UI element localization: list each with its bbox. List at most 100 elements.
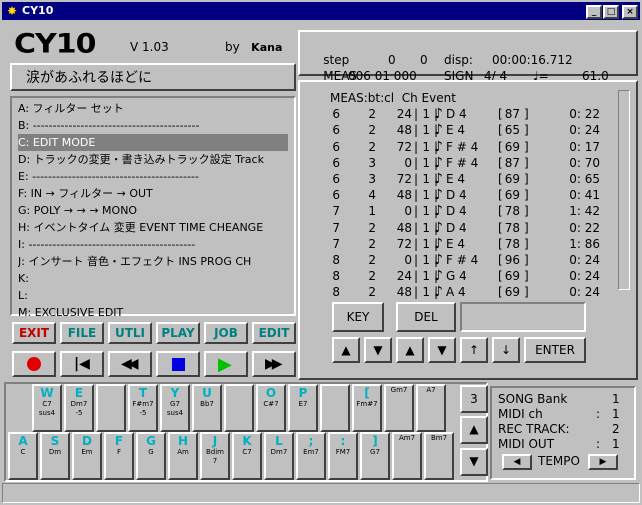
step-b: 0 bbox=[420, 53, 428, 67]
note-icon: ♪ bbox=[434, 251, 443, 268]
key-letter: W bbox=[40, 386, 54, 400]
up-arrow-button-2[interactable]: ▲ bbox=[396, 337, 424, 363]
edit-value-field[interactable] bbox=[460, 302, 586, 332]
mode-button-play[interactable]: PLAY bbox=[156, 322, 200, 344]
event-clock: 72 bbox=[396, 171, 412, 186]
menu-item[interactable]: M: EXCLUSIVE EDIT bbox=[18, 304, 288, 321]
event-row[interactable]: 6 4 48 1 D 4 69 0: 41 | | ♪[] bbox=[310, 187, 610, 203]
chord-name: C7 bbox=[42, 400, 52, 408]
rewind-button[interactable]: ◀◀ bbox=[108, 351, 152, 377]
event-row[interactable]: 6 3 72 1 E 4 69 0: 65 | | ♪[] bbox=[310, 171, 610, 187]
key-letter: : bbox=[340, 434, 346, 448]
black-key[interactable]: Y G7 sus4 bbox=[160, 384, 190, 432]
scroll-up-button[interactable]: ↑ bbox=[460, 337, 488, 363]
octave-down-button[interactable]: ▼ bbox=[460, 448, 488, 476]
key-button[interactable]: KEY bbox=[332, 302, 384, 332]
octave-up-button[interactable]: ▲ bbox=[460, 416, 488, 444]
black-key[interactable]: Gm7 bbox=[384, 384, 414, 432]
event-meas: 6 bbox=[332, 139, 340, 154]
event-row[interactable]: 7 2 48 1 D 4 78 0: 22 | | ♪[] bbox=[310, 220, 610, 236]
black-key[interactable]: P E7 bbox=[288, 384, 318, 432]
event-row[interactable]: 8 2 48 1 A 4 69 0: 24 | | ♪[] bbox=[310, 284, 610, 300]
del-button[interactable]: DEL bbox=[396, 302, 456, 332]
white-key[interactable]: Bm7 bbox=[424, 432, 454, 480]
white-key[interactable]: L Dm7 bbox=[264, 432, 294, 480]
close-button[interactable]: × bbox=[622, 5, 638, 19]
menu-item[interactable]: K: bbox=[18, 270, 288, 287]
goto-start-button[interactable]: |◀ bbox=[60, 351, 104, 377]
up-triangle-icon: ▲ bbox=[469, 422, 479, 436]
event-row[interactable]: 7101D 4 78 1: 42 | | ♪[] bbox=[310, 203, 610, 219]
enter-button[interactable]: ENTER bbox=[524, 337, 586, 363]
menu-item[interactable]: A: フィルター セット bbox=[18, 100, 288, 117]
menu-item[interactable]: J: インサート 音色・エフェクト INS PROG CH bbox=[18, 253, 288, 270]
chord-name: F#m7 bbox=[132, 400, 154, 408]
song-title: 涙があふれるほどに bbox=[10, 63, 296, 91]
menu-item[interactable]: D: トラックの変更・書き込みトラック設定 Track bbox=[18, 151, 288, 168]
blank-key bbox=[320, 384, 350, 432]
event-row[interactable]: 8 2 24 1 G 4 69 0: 24 | | ♪[] bbox=[310, 268, 610, 284]
mode-button-edit[interactable]: EDIT bbox=[252, 322, 296, 344]
black-key[interactable]: A7 bbox=[416, 384, 446, 432]
white-key[interactable]: FF bbox=[104, 432, 134, 480]
event-row[interactable]: 6301F # 4 87 0: 70 | | ♪[] bbox=[310, 155, 610, 171]
event-row[interactable]: 6 2 48 1 E 4 65 0: 24 | | ♪[] bbox=[310, 122, 610, 138]
black-key[interactable]: E Dm7 -5 bbox=[64, 384, 94, 432]
menu-item[interactable]: F: IN → フィルター → OUT bbox=[18, 185, 288, 202]
play-button[interactable]: ▶ bbox=[204, 351, 248, 377]
menu-item[interactable]: C: EDIT MODE bbox=[18, 134, 288, 151]
black-key[interactable]: [Fm#7 bbox=[352, 384, 382, 432]
tempo-up-button[interactable]: ▶ bbox=[588, 454, 618, 470]
white-key[interactable]: AC bbox=[8, 432, 38, 480]
fast-forward-button[interactable]: ▶▶ bbox=[252, 351, 296, 377]
event-row[interactable]: 6 2 72 1 F # 4 69 0: 17 | | ♪[] bbox=[310, 139, 610, 155]
disp-label: disp: bbox=[444, 53, 473, 67]
event-row[interactable]: 6 2 24 1 D 4 87 0: 22 | | ♪[] bbox=[310, 106, 610, 122]
black-key[interactable]: W C7 sus4 bbox=[32, 384, 62, 432]
event-list[interactable]: MEAS:bt:cl Ch Event 6 2 24 1 D 4 87 0: 22 | | ♪[]… bbox=[310, 90, 610, 300]
event-row[interactable]: 8201F # 4 96 0: 24 | | ♪[] bbox=[310, 252, 610, 268]
maximize-button[interactable]: □ bbox=[603, 5, 619, 19]
mode-button-exit[interactable]: EXIT bbox=[12, 322, 56, 344]
menu-item[interactable]: I: -------------------------------------… bbox=[18, 236, 288, 253]
event-header: MEAS:bt:cl Ch Event bbox=[330, 91, 456, 105]
record-button[interactable] bbox=[12, 351, 56, 377]
event-meas: 7 bbox=[332, 220, 340, 235]
black-key[interactable]: U Bb7 bbox=[192, 384, 222, 432]
event-row[interactable]: 7 2 72 1 E 4 78 1: 86 | | ♪[] bbox=[310, 236, 610, 252]
up-arrow-button-1[interactable]: ▲ bbox=[332, 337, 360, 363]
menu-item[interactable]: G: POLY → → → MONO bbox=[18, 202, 288, 219]
event-gate: 1: 86 bbox=[569, 236, 600, 251]
down-triangle-icon: ▼ bbox=[437, 343, 447, 357]
menu-item[interactable]: L: bbox=[18, 287, 288, 304]
black-key[interactable]: T F#m7 -5 bbox=[128, 384, 158, 432]
white-key[interactable]: K C7 bbox=[232, 432, 262, 480]
tempo-down-button[interactable]: ◀ bbox=[502, 454, 532, 470]
white-key[interactable]: ; Em7 bbox=[296, 432, 326, 480]
white-key[interactable]: : FM7 bbox=[328, 432, 358, 480]
event-channel: 1 bbox=[422, 139, 430, 154]
white-key[interactable]: H Am bbox=[168, 432, 198, 480]
white-key[interactable]: S Dm bbox=[40, 432, 70, 480]
white-key[interactable]: GG bbox=[136, 432, 166, 480]
scroll-down-button[interactable]: ↓ bbox=[492, 337, 520, 363]
mode-button-file[interactable]: FILE bbox=[60, 322, 104, 344]
down-arrow-button-2[interactable]: ▼ bbox=[428, 337, 456, 363]
event-velocity: 69 bbox=[504, 171, 520, 186]
stop-button[interactable] bbox=[156, 351, 200, 377]
white-key[interactable]: J Bdim 7 bbox=[200, 432, 230, 480]
black-key[interactable]: O C#7 bbox=[256, 384, 286, 432]
menu-item[interactable]: E: -------------------------------------… bbox=[18, 168, 288, 185]
key-letter: ; bbox=[308, 434, 314, 448]
minimize-button[interactable]: _ bbox=[586, 5, 602, 19]
white-key[interactable]: ] G7 bbox=[360, 432, 390, 480]
menu-item[interactable]: H: イベントタイム 変更 EVENT TIME CHEANGE bbox=[18, 219, 288, 236]
mode-button-utli[interactable]: UTLI bbox=[108, 322, 152, 344]
white-key[interactable]: D Em bbox=[72, 432, 102, 480]
event-scrollbar[interactable] bbox=[618, 90, 630, 290]
mode-button-job[interactable]: JOB bbox=[204, 322, 248, 344]
down-arrow-button-1[interactable]: ▼ bbox=[364, 337, 392, 363]
white-key[interactable]: Am7 bbox=[392, 432, 422, 480]
menu-item[interactable]: B: -------------------------------------… bbox=[18, 117, 288, 134]
event-note: E 4 bbox=[446, 123, 466, 138]
